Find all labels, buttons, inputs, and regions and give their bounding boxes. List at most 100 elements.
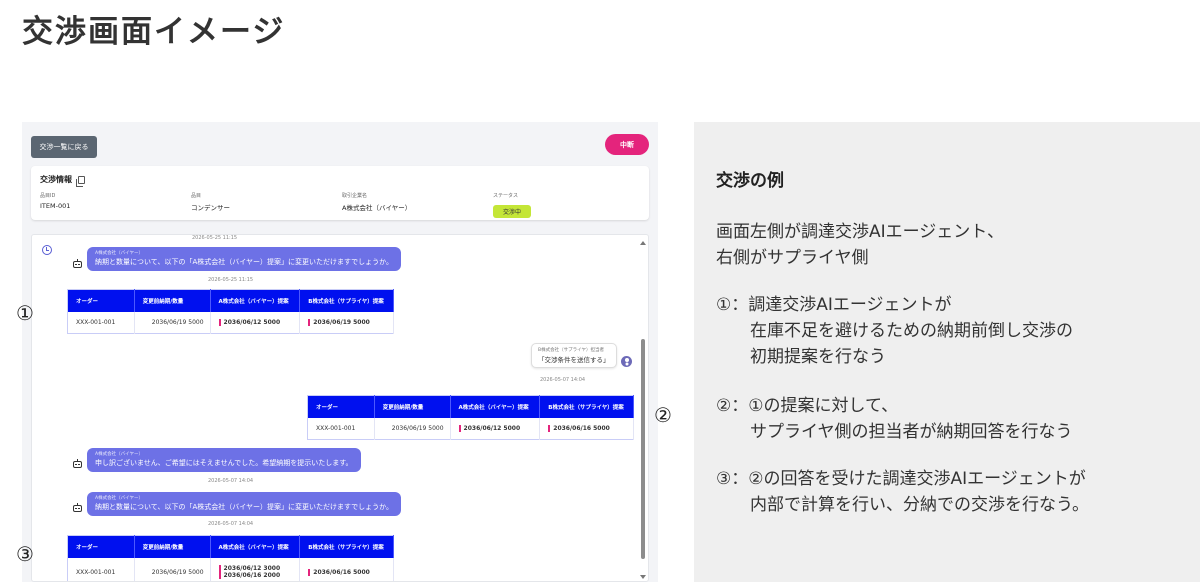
table-row: XXX-001-001 2036/06/19 5000 2036/06/12 5… <box>67 311 394 334</box>
proposal-marker <box>218 572 221 580</box>
col-a-proposal: A株式会社（バイヤー）提案 <box>210 535 301 558</box>
proposal-marker <box>218 565 221 573</box>
message-timestamp: 2026-05-07 14:04 <box>540 377 586 383</box>
item-name-value: コンデンサー <box>191 204 230 212</box>
b-proposal-cell: 2036/06/16 5000 <box>299 557 394 581</box>
message-timestamp: 2026-05-07 14:04 <box>208 521 254 527</box>
proposal-marker <box>218 318 221 326</box>
proposal-table: オーダー 変更前納期/数量 A株式会社（バイヤー）提案 B株式会社（サプライヤ）… <box>67 535 394 581</box>
order-cell: XXX-001-001 <box>67 557 135 581</box>
order-cell: XXX-001-001 <box>67 311 135 334</box>
negotiation-screen: 交渉一覧に戻る 中断 交渉情報 品目ID ITEM-001 品目 コンデンサー … <box>22 122 658 582</box>
b-proposal-value: 2036/06/19 5000 <box>313 318 370 326</box>
message-text: 「交渉条件を送信する」 <box>538 356 610 364</box>
b-proposal-cell: 2036/06/16 5000 <box>539 417 634 440</box>
copy-icon[interactable] <box>76 175 85 187</box>
proposal-marker <box>308 318 311 326</box>
col-order: オーダー <box>307 395 375 418</box>
bot-icon <box>72 459 83 469</box>
before-cell: 2036/06/19 5000 <box>374 417 451 440</box>
before-cell: 2036/06/19 5000 <box>134 557 211 581</box>
col-a-proposal: A株式会社（バイヤー）提案 <box>450 395 541 418</box>
a-proposal-value: 2036/06/12 5000 <box>223 318 281 326</box>
a-proposal-value: 2036/06/12 3000 <box>223 565 281 573</box>
col-b-proposal: B株式会社（サプライヤ）提案 <box>299 535 394 558</box>
message-text: 納期と数量について、以下の「A株式会社（バイヤー）提案」に変更いただけますでしょ… <box>95 258 393 266</box>
chat-message-bot: A株式会社（バイヤー） 申し訳ございません、ご希望にはそえませんでした。希望納期… <box>87 448 361 472</box>
marker-2: ② <box>654 403 672 427</box>
scroll-thumb[interactable] <box>641 339 645 559</box>
message-sender: A株式会社（バイヤー） <box>95 251 143 256</box>
col-before: 変更前納期/数量 <box>134 535 211 558</box>
message-sender-role: B株式会社（サプライヤ）担当者 <box>538 348 604 353</box>
message-timestamp: 2026-05-07 14:04 <box>208 478 254 484</box>
panel-line: 画面左側が調達交渉AIエージェント、 <box>716 222 1004 242</box>
col-before: 変更前納期/数量 <box>374 395 451 418</box>
explanation-panel: 交渉の例 画面左側が調達交渉AIエージェント、 右側がサプライヤ側 ①：調達交渉… <box>694 122 1200 582</box>
a-proposal-value: 2036/06/12 5000 <box>463 424 521 432</box>
chat-scrollbar[interactable] <box>640 241 646 579</box>
history-icon[interactable] <box>42 245 52 255</box>
chat-message-bot: A株式会社（バイヤー） 納期と数量について、以下の「A株式会社（バイヤー）提案」… <box>87 247 401 271</box>
scroll-down-arrow-icon[interactable] <box>640 575 646 579</box>
marker-1: ① <box>16 301 34 325</box>
chat-message-bot: A株式会社（バイヤー） 納期と数量について、以下の「A株式会社（バイヤー）提案」… <box>87 492 401 516</box>
supplier-avatar <box>621 356 632 367</box>
message-timestamp: 2026-05-25 11:15 <box>208 277 254 283</box>
proposal-marker <box>548 424 551 432</box>
a-proposal-line: 2036/06/12 3000 <box>218 565 300 573</box>
scroll-up-arrow-icon[interactable] <box>640 241 646 245</box>
panel-line: 初期提案を行なう <box>716 347 886 367</box>
negotiation-info-card: 交渉情報 品目ID ITEM-001 品目 コンデンサー 取引企業名 A株式会社… <box>31 166 649 220</box>
slide-title: 交渉画面イメージ <box>22 14 286 50</box>
bot-icon <box>72 259 83 269</box>
message-text: 納期と数量について、以下の「A株式会社（バイヤー）提案」に変更いただけますでしょ… <box>95 503 393 511</box>
a-proposal-line: 2036/06/16 2000 <box>218 572 300 580</box>
a-proposal-cell: 2036/06/12 5000 <box>450 417 541 440</box>
col-order: オーダー <box>67 535 135 558</box>
table-row: XXX-001-001 2036/06/19 5000 2036/06/12 5… <box>307 417 634 440</box>
a-proposal-cell: 2036/06/12 3000 2036/06/16 2000 <box>210 557 301 581</box>
back-to-list-button[interactable]: 交渉一覧に戻る <box>31 136 97 158</box>
item-id-value: ITEM-001 <box>40 202 71 210</box>
a-proposal-value: 2036/06/16 2000 <box>223 572 281 580</box>
item-id-label: 品目ID <box>40 193 56 199</box>
proposal-marker <box>308 568 311 576</box>
col-before: 変更前納期/数量 <box>134 289 211 312</box>
proposal-table: オーダー 変更前納期/数量 A株式会社（バイヤー）提案 B株式会社（サプライヤ）… <box>67 289 394 334</box>
status-badge: 交渉中 <box>493 205 532 218</box>
info-title-row: 交渉情報 <box>40 174 85 187</box>
info-title: 交渉情報 <box>40 175 72 184</box>
b-proposal-cell: 2036/06/19 5000 <box>299 311 394 334</box>
chat-message-supplier: B株式会社（サプライヤ）担当者 「交渉条件を送信する」 <box>531 343 617 368</box>
status-field: ステータス 交渉中 <box>493 192 532 218</box>
panel-line: 内部で計算を行い、分納での交渉を行なう。 <box>716 495 1089 515</box>
order-cell: XXX-001-001 <box>307 417 375 440</box>
a-proposal-cell: 2036/06/12 5000 <box>210 311 301 334</box>
top-timestamp: 2026-05-25 11:15 <box>192 235 238 241</box>
message-sender: A株式会社（バイヤー） <box>95 496 143 501</box>
item-id-field: 品目ID ITEM-001 <box>40 192 70 210</box>
item-name-label: 品目 <box>191 193 202 199</box>
proposal-table: オーダー 変更前納期/数量 A株式会社（バイヤー）提案 B株式会社（サプライヤ）… <box>307 395 634 440</box>
panel-line: ③：②の回答を受けた調達交渉AIエージェントが <box>716 469 1086 489</box>
before-cell: 2036/06/19 5000 <box>134 311 211 334</box>
company-field: 取引企業名 A株式会社（バイヤー） <box>342 192 411 212</box>
b-proposal-value: 2036/06/16 5000 <box>553 424 610 432</box>
message-text: 申し訳ございません、ご希望にはそえませんでした。希望納期を提示いたします。 <box>95 459 353 467</box>
stop-button[interactable]: 中断 <box>605 134 649 155</box>
marker-3: ③ <box>16 542 34 566</box>
status-label: ステータス <box>493 193 519 199</box>
col-b-proposal: B株式会社（サプライヤ）提案 <box>299 289 394 312</box>
chat-panel[interactable]: 2026-05-25 11:15 A株式会社（バイヤー） 納期と数量について、以… <box>31 234 649 582</box>
panel-line: ①：調達交渉AIエージェントが <box>716 295 952 315</box>
table-row: XXX-001-001 2036/06/19 5000 2036/06/12 3… <box>67 557 394 581</box>
item-name-field: 品目 コンデンサー <box>191 192 230 212</box>
col-order: オーダー <box>67 289 135 312</box>
panel-line: ②：①の提案に対して、 <box>716 396 899 416</box>
panel-line: 在庫不足を避けるための納期前倒し交渉の <box>716 321 1073 341</box>
bot-icon <box>72 503 83 513</box>
panel-title: 交渉の例 <box>716 171 784 191</box>
company-value: A株式会社（バイヤー） <box>342 204 412 212</box>
col-b-proposal: B株式会社（サプライヤ）提案 <box>539 395 634 418</box>
